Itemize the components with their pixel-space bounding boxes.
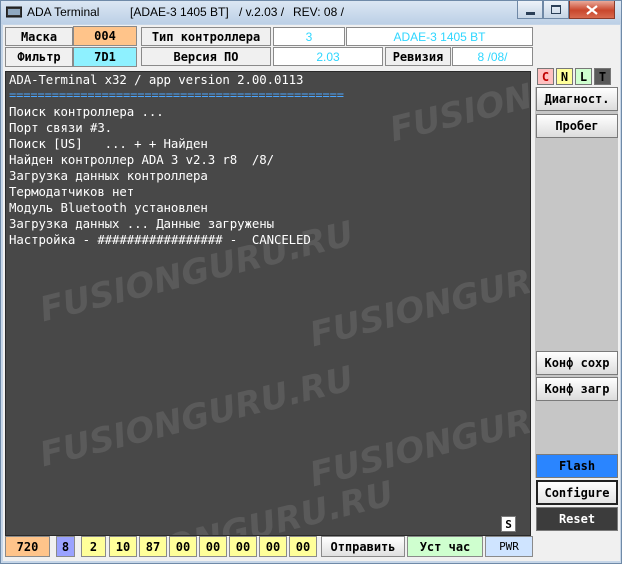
watermark: FUSIONGURU.RU [35,358,358,476]
config-save-button[interactable]: Конф сохр [536,351,618,375]
app-window: ADA Terminal [ADAE-3 1405 BT] / v.2.03 /… [0,0,622,564]
byte-field[interactable]: 00 [289,536,317,557]
config-load-button[interactable]: Конф загр [536,377,618,401]
t-indicator[interactable]: T [594,68,611,85]
terminal-line: ADA-Terminal x32 / app version 2.00.0113 [9,72,304,87]
baud-rate[interactable]: 720 [5,536,50,557]
filter-value[interactable]: 7D1 [73,47,137,67]
filter-label: Фильтр [5,47,73,67]
pwr-indicator: PWR [485,536,533,557]
app-terminal-icon [6,6,22,18]
channel-number[interactable]: 8 [56,536,75,557]
terminal-line: Загрузка данных ... Данные загружены [9,216,274,231]
byte-field[interactable]: 00 [259,536,287,557]
diagnostics-button[interactable]: Диагност. [536,87,618,111]
title-bar[interactable]: ADA Terminal [ADAE-3 1405 BT] / v.2.03 /… [1,1,621,24]
minimize-button[interactable] [517,1,543,19]
sw-version-value: 2.03 [273,47,383,66]
mask-label: Маска [5,27,73,46]
watermark: FUSIONGURU.RU [385,71,531,151]
set-clock-button[interactable]: Уст час [407,536,483,557]
byte-field[interactable]: 00 [169,536,197,557]
terminal-line: Поиск контроллера ... [9,104,164,119]
controller-type-number: 3 [273,27,345,46]
terminal-line: Загрузка данных контроллера [9,168,208,183]
close-icon [586,4,598,15]
mask-value[interactable]: 004 [73,26,137,46]
terminal-separator: ========================================… [9,88,344,102]
maximize-button[interactable] [543,1,569,19]
close-button[interactable] [569,1,615,19]
l-indicator[interactable]: L [575,68,592,85]
watermark: FUSIONGURU.RU [305,378,531,496]
window-device: [ADAE-3 1405 BT] [130,5,229,19]
reset-button[interactable]: Reset [536,507,618,531]
revision-value: 8 /08/ [452,47,533,66]
side-panel [535,87,618,478]
terminal-line: Порт связи #3. [9,120,113,135]
window-title: ADA Terminal [27,5,100,19]
watermark: FUSIONGURU.RU [75,473,398,536]
terminal-line: Модуль Bluetooth установлен [9,200,208,215]
c-indicator[interactable]: C [537,68,554,85]
terminal-output[interactable]: ADA-Terminal x32 / app version 2.00.0113… [5,71,531,536]
configure-button[interactable]: Configure [536,480,618,505]
controller-type-label: Тип контроллера [141,27,271,46]
revision-label: Ревизия [385,47,451,66]
sw-version-label: Версия ПО [141,47,271,66]
flash-button[interactable]: Flash [536,454,618,478]
terminal-line: Поиск [US] ... + + Найден [9,136,208,151]
watermark: FUSIONGURU.RU [305,238,531,356]
minimize-icon [525,11,535,15]
n-indicator[interactable]: N [556,68,573,85]
byte-field[interactable]: 00 [199,536,227,557]
window-version: / v.2.03 / [239,5,285,19]
byte-field[interactable]: 2 [81,536,106,557]
terminal-line: Найден контроллер ADA 3 v2.3 r8 /8/ [9,152,274,167]
s-button[interactable]: S [501,516,516,532]
terminal-line: Термодатчиков нет [9,184,135,199]
byte-field[interactable]: 00 [229,536,257,557]
byte-field[interactable]: 10 [109,536,137,557]
send-button[interactable]: Отправить [321,536,405,557]
byte-field[interactable]: 87 [139,536,167,557]
terminal-line: Настройка - ################# - CANCELED [9,232,311,247]
mileage-button[interactable]: Пробег [536,114,618,138]
client-area: Маска 004 Тип контроллера 3 ADAE-3 1405 … [3,25,620,561]
controller-type-name: ADAE-3 1405 BT [346,27,533,46]
maximize-icon [551,5,561,14]
window-rev: REV: 08 / [293,5,344,19]
